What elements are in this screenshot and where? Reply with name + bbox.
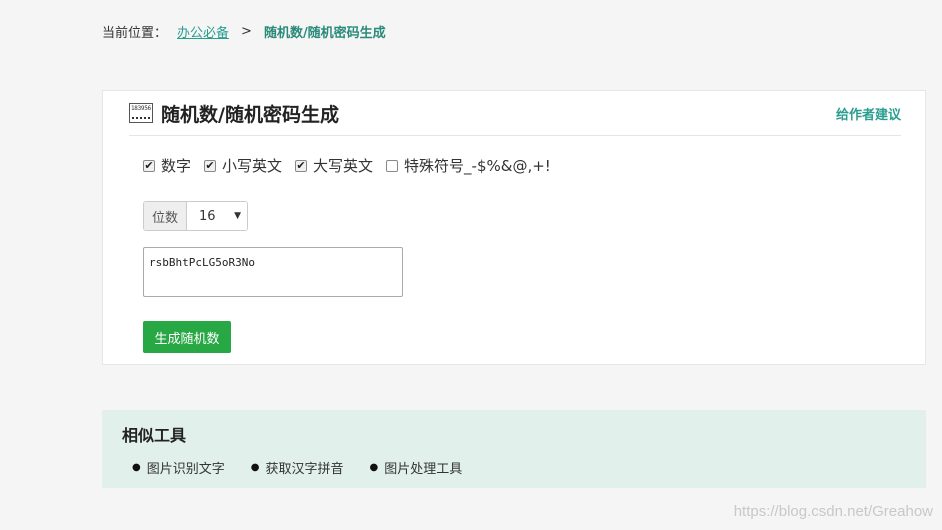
option-label: 小写英文 — [222, 157, 283, 175]
feedback-link[interactable]: 给作者建议 — [836, 104, 901, 123]
number-generator-icon: 183956 — [129, 103, 153, 123]
card-header: 183956 随机数/随机密码生成 给作者建议 — [129, 91, 901, 136]
option-label: 特殊符号_-$%&@,+! — [404, 157, 551, 175]
option-special[interactable]: 特殊符号_-$%&@,+! — [386, 155, 551, 176]
checkbox-lowercase[interactable]: ✔ — [204, 159, 217, 172]
tool-card: 183956 随机数/随机密码生成 给作者建议 ✔ 数字 ✔ 小写英文 ✔ 大写… — [102, 90, 926, 365]
bullet-icon: ● — [250, 462, 260, 473]
similar-tools-title: 相似工具 — [122, 426, 187, 445]
length-select[interactable]: 16 ▼ — [187, 202, 248, 230]
breadcrumb-link-parent[interactable]: 办公必备 — [177, 22, 229, 41]
character-options: ✔ 数字 ✔ 小写英文 ✔ 大写英文 特殊符号_-$%&@,+! — [143, 155, 564, 176]
checkbox-digits[interactable]: ✔ — [143, 159, 155, 172]
option-lowercase[interactable]: ✔ 小写英文 — [204, 155, 282, 176]
chevron-down-icon: ▼ — [234, 211, 242, 221]
similar-tools-list: ● 图片识别文字 ● 获取汉字拼音 ● 图片处理工具 — [132, 458, 488, 477]
breadcrumb-label: 当前位置： — [102, 26, 168, 41]
page-title: 随机数/随机密码生成 — [161, 103, 339, 126]
checkbox-uppercase[interactable]: ✔ — [295, 159, 308, 172]
breadcrumb-separator: > — [241, 24, 252, 39]
option-label: 大写英文 — [313, 157, 374, 175]
similar-tool-item[interactable]: ● 图片处理工具 — [370, 458, 463, 477]
bullet-icon: ● — [369, 462, 379, 473]
length-value: 16 — [199, 208, 216, 224]
length-label: 位数 — [144, 202, 188, 230]
option-uppercase[interactable]: ✔ 大写英文 — [295, 155, 373, 176]
watermark: https://blog.csdn.net/Greahow — [733, 503, 933, 520]
similar-tool-item[interactable]: ● 图片识别文字 — [132, 458, 225, 477]
breadcrumb-current: 随机数/随机密码生成 — [263, 26, 386, 41]
similar-tool-label: 获取汉字拼音 — [265, 462, 344, 477]
length-selector: 位数 16 ▼ — [143, 201, 249, 231]
result-textarea[interactable]: rsbBhtPcLG5oR3No — [143, 247, 403, 297]
generate-button[interactable]: 生成随机数 — [143, 321, 231, 353]
similar-tools: 相似工具 ● 图片识别文字 ● 获取汉字拼音 ● 图片处理工具 — [102, 410, 926, 488]
checkbox-special[interactable] — [386, 159, 399, 172]
option-label: 数字 — [161, 157, 192, 175]
breadcrumb: 当前位置： 办公必备 > 随机数/随机密码生成 — [102, 22, 386, 41]
similar-tool-item[interactable]: ● 获取汉字拼音 — [251, 458, 344, 477]
similar-tool-label: 图片处理工具 — [384, 462, 463, 477]
similar-tool-label: 图片识别文字 — [146, 462, 225, 477]
option-digits[interactable]: ✔ 数字 — [143, 155, 191, 176]
bullet-icon: ● — [132, 462, 141, 473]
